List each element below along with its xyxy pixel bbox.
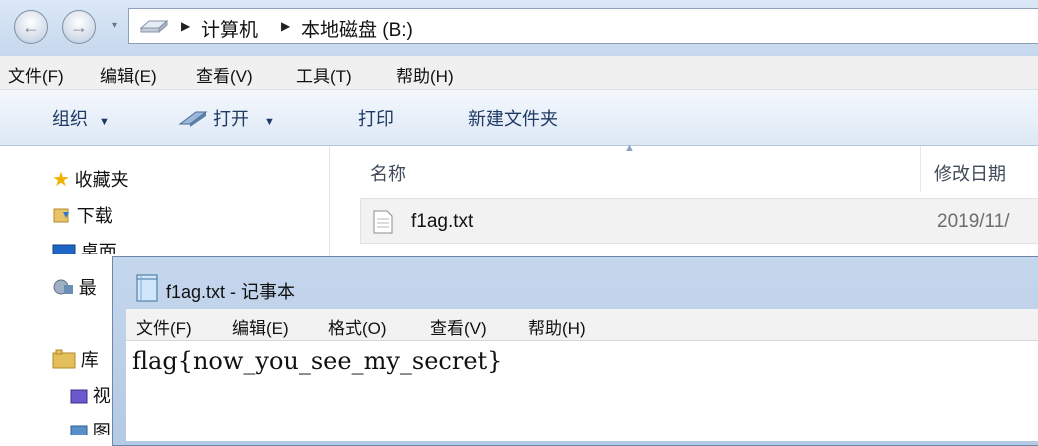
notepad-content: flag{now_you_see_my_secret} — [132, 347, 503, 375]
nav-favorites-label: 收藏夹 — [74, 170, 129, 190]
file-row[interactable]: f1ag.txt 2019/11/ — [360, 198, 1038, 244]
file-name: f1ag.txt — [411, 211, 474, 232]
nav-libraries[interactable]: 库 — [52, 346, 99, 372]
menu-view[interactable]: 查看(V) — [196, 62, 253, 87]
downloads-folder-icon — [53, 208, 69, 223]
nav-downloads[interactable]: 下载 — [52, 202, 113, 228]
recent-places-icon — [53, 279, 73, 295]
back-button[interactable]: ← — [14, 10, 48, 44]
organize-label: 组织 — [52, 109, 88, 129]
nav-desktop[interactable]: 桌面 — [52, 238, 117, 254]
menu-edit[interactable]: 编辑(E) — [100, 62, 157, 87]
menu-file[interactable]: 文件(F) — [8, 62, 64, 87]
notepad-menu-format[interactable]: 格式(O) — [328, 314, 387, 339]
column-header-name[interactable]: 名称 — [370, 160, 406, 186]
nav-favorites[interactable]: ★ 收藏夹 — [52, 166, 129, 192]
notepad-icon — [136, 274, 158, 302]
chevron-down-icon: ▼ — [99, 116, 110, 128]
notepad-menu-help[interactable]: 帮助(H) — [528, 314, 586, 339]
nav-libraries-label: 库 — [80, 350, 99, 370]
drive-icon — [139, 19, 169, 34]
column-divider[interactable] — [920, 146, 921, 192]
pictures-icon — [70, 425, 88, 435]
new-folder-button[interactable]: 新建文件夹 — [468, 105, 558, 131]
open-label: 打开 — [213, 109, 250, 129]
breadcrumb-arrow-icon: ▶ — [181, 19, 191, 33]
column-header-modified[interactable]: 修改日期 — [934, 160, 1006, 186]
explorer-menu-bar: 文件(F) 编辑(E) 查看(V) 工具(T) 帮助(H) — [0, 56, 1038, 90]
open-app-icon — [178, 111, 208, 127]
menu-tools[interactable]: 工具(T) — [296, 62, 352, 87]
notepad-menu-view[interactable]: 查看(V) — [430, 314, 487, 339]
nav-recent[interactable]: 最 — [52, 274, 97, 300]
print-button[interactable]: 打印 — [358, 105, 394, 131]
nav-downloads-label: 下载 — [76, 206, 113, 226]
menu-help[interactable]: 帮助(H) — [396, 62, 454, 87]
chevron-down-icon: ▼ — [264, 116, 275, 128]
file-modified-date: 2019/11/ — [937, 211, 1010, 232]
star-icon: ★ — [52, 169, 70, 191]
videos-icon — [70, 389, 88, 404]
breadcrumb-local-disk[interactable]: 本地磁盘 (B:) — [301, 15, 413, 42]
nav-recent-label: 最 — [78, 278, 97, 298]
open-button[interactable]: 打开 ▼ — [178, 105, 275, 131]
notepad-menu-bar: 文件(F) 编辑(E) 格式(O) 查看(V) 帮助(H) — [126, 309, 1038, 341]
notepad-menu-edit[interactable]: 编辑(E) — [232, 314, 289, 339]
explorer-toolbar: 组织 ▼ 打开 ▼ 打印 新建文件夹 — [0, 90, 1038, 146]
recent-pages-dropdown-icon[interactable]: ▾ — [112, 20, 124, 34]
back-arrow-icon: ← — [22, 16, 40, 37]
nav-videos[interactable]: 视 — [70, 382, 111, 408]
text-file-icon — [373, 210, 393, 234]
libraries-icon — [52, 349, 76, 369]
nav-pictures[interactable]: 图 — [70, 418, 111, 435]
nav-desktop-label: 桌面 — [80, 242, 117, 254]
forward-button[interactable]: → — [62, 10, 96, 44]
desktop-icon — [52, 244, 76, 254]
notepad-title: f1ag.txt - 记事本 — [166, 282, 296, 302]
organize-button[interactable]: 组织 ▼ — [52, 105, 110, 131]
nav-videos-label: 视 — [92, 386, 111, 406]
address-bar[interactable]: ▶ 计算机 ▶ 本地磁盘 (B:) — [128, 8, 1038, 44]
breadcrumb-arrow-icon: ▶ — [281, 19, 291, 33]
forward-arrow-icon: → — [70, 16, 88, 37]
breadcrumb-computer[interactable]: 计算机 — [201, 15, 258, 42]
notepad-menu-file[interactable]: 文件(F) — [136, 314, 192, 339]
nav-pictures-label: 图 — [92, 422, 111, 435]
sort-ascending-icon: ▲ — [624, 142, 635, 154]
